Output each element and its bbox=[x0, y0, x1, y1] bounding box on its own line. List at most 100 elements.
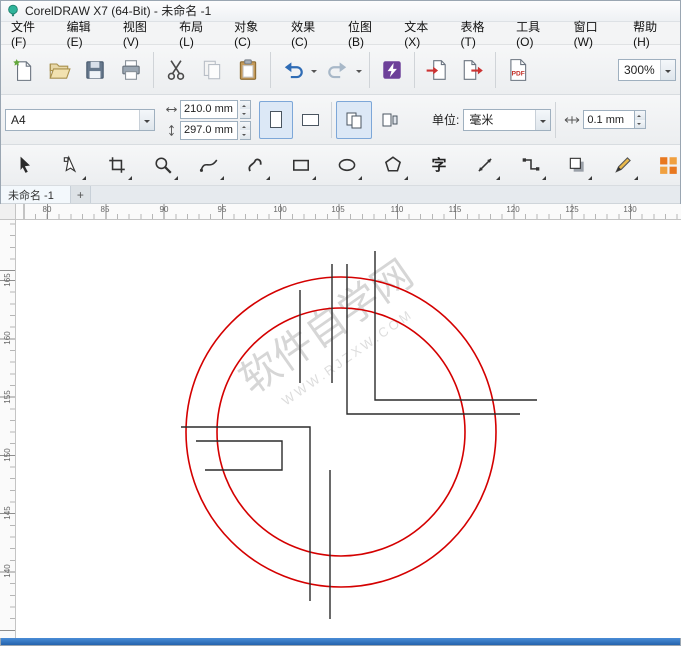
ruler-origin[interactable] bbox=[0, 204, 16, 220]
application-launcher-button[interactable] bbox=[374, 50, 410, 90]
v-ruler-label: 160 bbox=[3, 331, 12, 345]
window-title: CorelDRAW X7 (64-Bit) - 未命名 -1 bbox=[25, 4, 212, 18]
zoom-level-combobox[interactable]: 300% bbox=[618, 58, 676, 81]
menu-item-layout[interactable]: 布局(L) bbox=[170, 20, 225, 49]
toolbox: 字 bbox=[0, 145, 681, 186]
paste-icon bbox=[239, 58, 257, 80]
smart-fill-tool-icon bbox=[615, 157, 631, 173]
h-ruler-label: 115 bbox=[448, 205, 462, 214]
print-button[interactable] bbox=[113, 50, 149, 90]
flyout-indicator bbox=[358, 176, 362, 180]
all-pages-icon bbox=[346, 112, 362, 128]
rectangle-tool[interactable] bbox=[284, 148, 318, 182]
menu-item-text[interactable]: 文本(X) bbox=[395, 20, 451, 49]
menu-item-view[interactable]: 视图(V) bbox=[114, 20, 170, 49]
property-bar: A4 210.0 mm 297.0 mm 单位: 毫米 0.1 mm bbox=[0, 95, 681, 145]
paper-size-dropdown-arrow[interactable] bbox=[139, 109, 154, 130]
toolbar-separator bbox=[495, 51, 496, 88]
menu-item-tools[interactable]: 工具(O) bbox=[507, 20, 565, 49]
flyout-indicator bbox=[542, 176, 546, 180]
horizontal-ruler[interactable]: 80 85 90 95 100 105 110 115 120 125 130 bbox=[16, 204, 681, 220]
h-ruler-label: 90 bbox=[159, 205, 169, 214]
menu-item-window[interactable]: 窗口(W) bbox=[565, 20, 624, 49]
page-height-input[interactable]: 297.0 mm bbox=[180, 120, 238, 140]
page-height-spinner[interactable] bbox=[240, 120, 251, 140]
redo-button[interactable] bbox=[320, 50, 356, 90]
flyout-indicator bbox=[174, 176, 178, 180]
smart-drawing-tool[interactable] bbox=[238, 148, 272, 182]
paste-button[interactable] bbox=[230, 50, 266, 90]
drop-shadow-tool[interactable] bbox=[560, 148, 594, 182]
cut-button[interactable] bbox=[158, 50, 194, 90]
undo-button[interactable] bbox=[275, 50, 311, 90]
export-button[interactable] bbox=[455, 50, 491, 90]
menu-item-table[interactable]: 表格(T) bbox=[452, 20, 508, 49]
menu-item-object[interactable]: 对象(C) bbox=[225, 20, 282, 49]
smart-drawing-tool-icon bbox=[248, 158, 262, 172]
new-document-button[interactable] bbox=[5, 50, 41, 90]
page-width-spinner[interactable] bbox=[240, 99, 251, 119]
copy-button[interactable] bbox=[194, 50, 230, 90]
polygon-tool[interactable] bbox=[376, 148, 410, 182]
tab-untitled-1[interactable]: 未命名 -1 bbox=[0, 186, 71, 203]
application-launcher-icon bbox=[383, 60, 401, 79]
drawn-circle[interactable] bbox=[216, 307, 466, 557]
landscape-icon bbox=[301, 113, 319, 126]
mesh-fill-tool[interactable] bbox=[652, 148, 681, 182]
paper-size-combobox[interactable]: A4 bbox=[5, 108, 155, 131]
bottom-window-edge bbox=[0, 638, 681, 646]
units-combobox[interactable]: 毫米 bbox=[463, 108, 552, 131]
text-tool[interactable]: 字 bbox=[422, 148, 456, 182]
crop-tool-icon bbox=[109, 157, 125, 173]
page-width-input[interactable]: 210.0 mm bbox=[180, 99, 238, 119]
menu-item-help[interactable]: 帮助(H) bbox=[624, 20, 681, 49]
apply-current-page-button[interactable] bbox=[372, 101, 408, 139]
ellipse-tool[interactable] bbox=[330, 148, 364, 182]
pdf-icon: PDF bbox=[510, 58, 527, 81]
pick-tool-icon bbox=[20, 156, 30, 173]
new-document-tab-button[interactable]: + bbox=[70, 186, 91, 203]
landscape-orientation-button[interactable] bbox=[293, 101, 327, 139]
rectangle-tool-icon bbox=[293, 159, 309, 171]
freehand-tool-icon bbox=[199, 159, 218, 172]
menu-item-file[interactable]: 文件(F) bbox=[2, 20, 58, 49]
redo-dropdown-arrow[interactable] bbox=[353, 50, 365, 90]
smart-fill-tool[interactable] bbox=[606, 148, 640, 182]
pick-tool[interactable] bbox=[8, 148, 42, 182]
vertical-ruler[interactable]: 165 160 155 150 145 140 bbox=[0, 220, 16, 638]
dimension-tool[interactable] bbox=[468, 148, 502, 182]
zoom-tool-icon bbox=[155, 157, 172, 174]
undo-dropdown-arrow[interactable] bbox=[308, 50, 320, 90]
h-ruler-label: 125 bbox=[565, 205, 579, 214]
open-button[interactable] bbox=[41, 50, 77, 90]
import-button[interactable] bbox=[419, 50, 455, 90]
zoom-dropdown-arrow[interactable] bbox=[660, 59, 675, 80]
nudge-distance-spinner[interactable] bbox=[635, 110, 647, 129]
menu-item-effects[interactable]: 效果(C) bbox=[282, 20, 339, 49]
shape-tool[interactable] bbox=[54, 148, 88, 182]
publish-to-pdf-button[interactable]: PDF bbox=[500, 50, 536, 90]
export-icon bbox=[463, 59, 483, 80]
crop-tool[interactable] bbox=[100, 148, 134, 182]
nudge-distance-input[interactable]: 0.1 mm bbox=[583, 110, 636, 129]
menu-item-bitmaps[interactable]: 位图(B) bbox=[339, 20, 395, 49]
drawn-line[interactable] bbox=[181, 426, 311, 601]
portrait-orientation-button[interactable] bbox=[259, 100, 293, 139]
freehand-tool[interactable] bbox=[192, 148, 226, 182]
shape-tool-icon bbox=[63, 155, 77, 173]
zoom-tool[interactable] bbox=[146, 148, 180, 182]
save-button[interactable] bbox=[77, 50, 113, 90]
units-dropdown-arrow[interactable] bbox=[535, 109, 551, 130]
tab-label: 未命名 -1 bbox=[8, 189, 54, 202]
menu-item-edit[interactable]: 编辑(E) bbox=[58, 20, 114, 49]
drawing-canvas[interactable]: 软件自学网 WWW.RJZXW.COM bbox=[16, 220, 681, 638]
apply-all-pages-button[interactable] bbox=[336, 100, 372, 139]
flyout-indicator bbox=[82, 176, 86, 180]
drawn-line[interactable] bbox=[196, 440, 283, 471]
flyout-indicator bbox=[266, 176, 270, 180]
h-ruler-label: 85 bbox=[100, 205, 110, 214]
connector-tool[interactable] bbox=[514, 148, 548, 182]
h-ruler-label: 130 bbox=[623, 205, 637, 214]
v-ruler-label: 145 bbox=[3, 506, 12, 520]
h-ruler-label: 120 bbox=[506, 205, 520, 214]
